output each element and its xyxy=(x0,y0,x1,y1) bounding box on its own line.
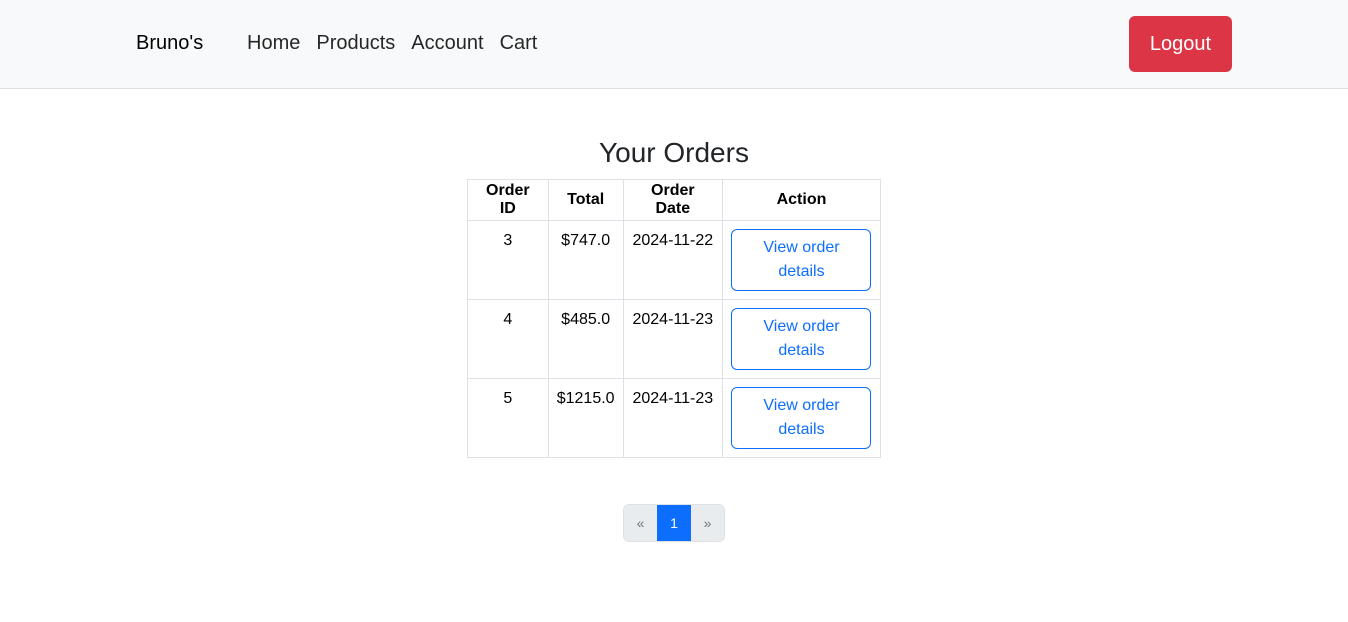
order-id-cell: 5 xyxy=(467,378,549,458)
order-action-cell: View order details xyxy=(721,378,882,458)
header-order-id: Order ID xyxy=(467,179,549,221)
header-order-date: Order Date xyxy=(622,179,723,221)
table-row: 5 $1215.0 2024-11-23 View order details xyxy=(467,378,882,458)
nav-links: Home Products Account Cart xyxy=(247,31,553,55)
table-row: 3 $747.0 2024-11-22 View order details xyxy=(467,220,882,300)
pagination-previous-button[interactable]: « xyxy=(624,505,657,541)
pagination-page-1[interactable]: 1 xyxy=(657,505,691,541)
table-header-row: Order ID Total Order Date Action xyxy=(467,179,882,221)
order-action-cell: View order details xyxy=(721,220,882,300)
page-title: Your Orders xyxy=(599,137,749,168)
order-id-cell: 4 xyxy=(467,299,549,379)
order-action-cell: View order details xyxy=(721,299,882,379)
order-date-cell: 2024-11-23 xyxy=(622,378,723,458)
order-total-cell: $1215.0 xyxy=(547,378,624,458)
nav-link-home[interactable]: Home xyxy=(247,31,300,55)
brand-link[interactable]: Bruno's xyxy=(136,31,203,55)
order-id-cell: 3 xyxy=(467,220,549,300)
nav-link-cart[interactable]: Cart xyxy=(500,31,538,55)
order-date-cell: 2024-11-22 xyxy=(622,220,723,300)
view-order-details-button[interactable]: View order details xyxy=(731,387,872,449)
order-total-cell: $747.0 xyxy=(547,220,624,300)
table-row: 4 $485.0 2024-11-23 View order details xyxy=(467,299,882,379)
pagination: « 1 » xyxy=(623,504,725,542)
view-order-details-button[interactable]: View order details xyxy=(731,229,872,291)
order-date-cell: 2024-11-23 xyxy=(622,299,723,379)
pagination-next-button[interactable]: » xyxy=(691,505,724,541)
nav-link-account[interactable]: Account xyxy=(411,31,483,55)
logout-button[interactable]: Logout xyxy=(1129,16,1232,72)
header-total: Total xyxy=(547,179,624,221)
nav-link-products[interactable]: Products xyxy=(316,31,395,55)
order-total-cell: $485.0 xyxy=(547,299,624,379)
header-action: Action xyxy=(721,179,882,221)
orders-table: Order ID Total Order Date Action 3 $747.… xyxy=(467,179,882,458)
navbar: Bruno's Home Products Account Cart Logou… xyxy=(0,0,1348,89)
view-order-details-button[interactable]: View order details xyxy=(731,308,872,370)
